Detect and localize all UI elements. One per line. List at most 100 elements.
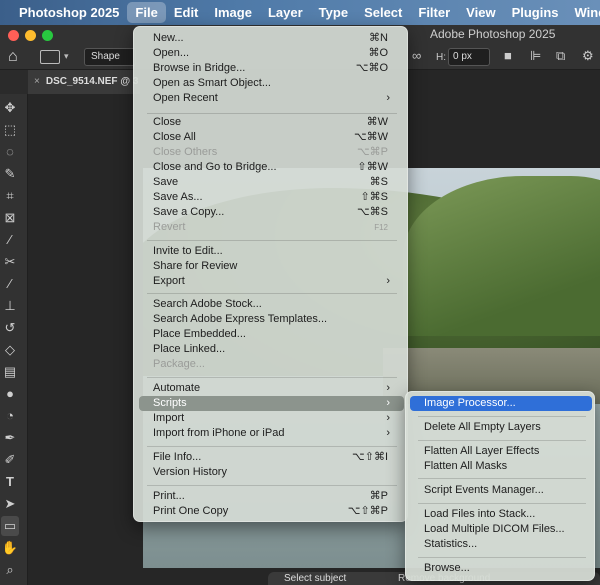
menu-item-export[interactable]: Export ›: [139, 274, 404, 289]
eyedropper-tool-icon[interactable]: ⁄: [1, 230, 19, 250]
path-alignment-icon[interactable]: ⊫: [530, 48, 541, 64]
shape-tool-preset-icon[interactable]: [40, 50, 60, 64]
chevron-right-icon: ›: [386, 412, 390, 424]
menu-item-open-recent[interactable]: Open Recent ›: [139, 91, 404, 106]
link-icon[interactable]: ∞: [412, 48, 421, 63]
submenu-item-flatten-all-layer-effects[interactable]: Flatten All Layer Effects: [410, 444, 592, 459]
menu-item-revert: Revert F12: [153, 221, 388, 233]
menu-item-package: Package...: [153, 358, 205, 370]
zoom-tool-icon[interactable]: ⌕: [1, 560, 19, 580]
dodge-tool-icon[interactable]: ◔: [1, 406, 19, 426]
menu-item-place-linked[interactable]: Place Linked...: [139, 342, 404, 357]
path-operations-icon[interactable]: ■: [504, 48, 512, 63]
menu-item-share-for-review[interactable]: Share for Review: [139, 259, 404, 274]
gradient-tool-icon[interactable]: ▤: [1, 362, 19, 382]
minimize-window-button[interactable]: [25, 30, 36, 41]
hand-tool-icon[interactable]: ✋: [1, 538, 19, 558]
file-menu: New... ⌘N Open... ⌘O Browse in Bridge... ⌥⌘…: [133, 26, 408, 522]
menu-type[interactable]: Type: [311, 2, 356, 23]
menu-window[interactable]: Window: [567, 2, 600, 23]
menu-item-place-embedded[interactable]: Place Embedded...: [139, 327, 404, 342]
move-tool-icon[interactable]: ✥: [1, 98, 19, 118]
height-input[interactable]: 0 px: [448, 48, 490, 66]
menu-plugins[interactable]: Plugins: [504, 2, 567, 23]
menu-item-invite-to-edit[interactable]: Invite to Edit...: [139, 244, 404, 259]
brush-tool-icon[interactable]: ⁄: [1, 274, 19, 294]
menu-item-search-adobe-stock[interactable]: Search Adobe Stock...: [139, 297, 404, 312]
menu-item-close-others: Close Others ⌥⌘P: [153, 146, 388, 158]
menu-item-file-info[interactable]: File Info... ⌥⇧⌘I: [139, 450, 404, 465]
marquee-tool-icon[interactable]: ⬚: [1, 120, 19, 140]
macos-menu-bar: Photoshop 2025 File Edit Image Layer Typ…: [0, 0, 600, 25]
menu-item-save-as[interactable]: Save As... ⇧⌘S: [139, 190, 404, 205]
menu-item-open[interactable]: Open... ⌘O: [139, 46, 404, 61]
menu-item-close-and-go-to-bridge[interactable]: Close and Go to Bridge... ⇧⌘W: [139, 160, 404, 175]
pen-tool-alt-icon[interactable]: ✐: [1, 450, 19, 470]
menu-item-close-all[interactable]: Close All ⌥⌘W: [139, 130, 404, 145]
submenu-item-delete-all-empty-layers[interactable]: Delete All Empty Layers: [410, 420, 592, 435]
menu-item-save-a-copy[interactable]: Save a Copy... ⌥⌘S: [139, 205, 404, 220]
quick-selection-tool-icon[interactable]: ✎: [1, 164, 19, 184]
menu-item-automate[interactable]: Automate ›: [139, 381, 404, 396]
submenu-item-flatten-all-masks[interactable]: Flatten All Masks: [410, 459, 592, 474]
menu-item-browse-in-bridge[interactable]: Browse in Bridge... ⌥⌘O: [139, 61, 404, 76]
chevron-right-icon: ›: [386, 275, 390, 287]
menu-file[interactable]: File: [127, 2, 166, 23]
submenu-item-image-processor[interactable]: Image Processor...: [410, 396, 592, 411]
menu-layer[interactable]: Layer: [260, 2, 311, 23]
menu-item-import-from-iphone[interactable]: Import from iPhone or iPad ›: [139, 426, 404, 441]
crop-tool-icon[interactable]: ⌗: [1, 186, 19, 206]
chevron-right-icon: ›: [386, 92, 390, 104]
height-label: H:: [436, 52, 446, 63]
pen-tool-icon[interactable]: ✒: [1, 428, 19, 448]
menu-edit[interactable]: Edit: [166, 2, 207, 23]
submenu-item-load-multiple-dicom-files[interactable]: Load Multiple DICOM Files...: [410, 522, 592, 537]
close-window-button[interactable]: [8, 30, 19, 41]
rectangle-tool-icon[interactable]: ▭: [1, 516, 19, 536]
window-title: Adobe Photoshop 2025: [430, 27, 556, 41]
menu-item-import[interactable]: Import ›: [139, 411, 404, 426]
submenu-item-load-files-into-stack[interactable]: Load Files into Stack...: [410, 507, 592, 522]
menu-app-name[interactable]: Photoshop 2025: [11, 2, 127, 23]
scripts-submenu: Image Processor... Delete All Empty Laye…: [405, 391, 595, 581]
path-arrangement-icon[interactable]: ⧉: [556, 48, 565, 64]
menu-item-close[interactable]: Close ⌘W: [139, 115, 404, 130]
document-tab-label: DSC_9514.NEF @ 3: [45, 76, 139, 87]
menu-item-search-adobe-express-templates[interactable]: Search Adobe Express Templates...: [139, 312, 404, 327]
chevron-down-icon[interactable]: ▾: [64, 51, 69, 62]
blur-tool-icon[interactable]: ●: [1, 384, 19, 404]
document-tab[interactable]: × DSC_9514.NEF @ 3: [28, 70, 140, 94]
menu-item-new[interactable]: New... ⌘N: [139, 31, 404, 46]
history-brush-tool-icon[interactable]: ↺: [1, 318, 19, 338]
menu-view[interactable]: View: [458, 2, 503, 23]
menu-image[interactable]: Image: [206, 2, 260, 23]
clone-stamp-tool-icon[interactable]: ⊥: [1, 296, 19, 316]
zoom-window-button[interactable]: [42, 30, 53, 41]
healing-brush-tool-icon[interactable]: ✂: [1, 252, 19, 272]
path-selection-tool-icon[interactable]: ➤: [1, 494, 19, 514]
menu-item-open-as-smart-object[interactable]: Open as Smart Object...: [139, 76, 404, 91]
menu-item-print-one-copy[interactable]: Print One Copy ⌥⇧⌘P: [139, 504, 404, 519]
chevron-right-icon: ›: [386, 397, 390, 409]
lasso-tool-icon[interactable]: ◌: [1, 142, 19, 162]
menu-item-save[interactable]: Save ⌘S: [139, 175, 404, 190]
home-icon[interactable]: ⌂: [8, 48, 18, 66]
type-tool-icon[interactable]: T: [1, 472, 19, 492]
menu-select[interactable]: Select: [356, 2, 410, 23]
submenu-item-statistics[interactable]: Statistics...: [410, 537, 592, 552]
submenu-item-script-events-manager[interactable]: Script Events Manager...: [410, 483, 592, 498]
submenu-item-browse[interactable]: Browse...: [410, 561, 592, 576]
frame-tool-icon[interactable]: ⊠: [1, 208, 19, 228]
menu-filter[interactable]: Filter: [410, 2, 458, 23]
select-subject-button[interactable]: Select subject: [284, 573, 346, 584]
close-tab-icon[interactable]: ×: [34, 76, 40, 87]
shape-mode-select[interactable]: Shape: [84, 48, 136, 66]
chevron-right-icon: ›: [386, 427, 390, 439]
menu-item-scripts[interactable]: Scripts ›: [139, 396, 404, 411]
tools-panel: ✥ ⬚ ◌ ✎ ⌗ ⊠ ⁄ ✂ ⁄ ⊥ ↺ ◇ ▤ ● ◔ ✒ ✐ T ➤ ▭ …: [0, 94, 28, 585]
menu-item-version-history[interactable]: Version History: [139, 465, 404, 480]
eraser-tool-icon[interactable]: ◇: [1, 340, 19, 360]
menu-item-print[interactable]: Print... ⌘P: [139, 489, 404, 504]
settings-gear-icon[interactable]: ⚙: [582, 48, 594, 64]
chevron-right-icon: ›: [386, 382, 390, 394]
